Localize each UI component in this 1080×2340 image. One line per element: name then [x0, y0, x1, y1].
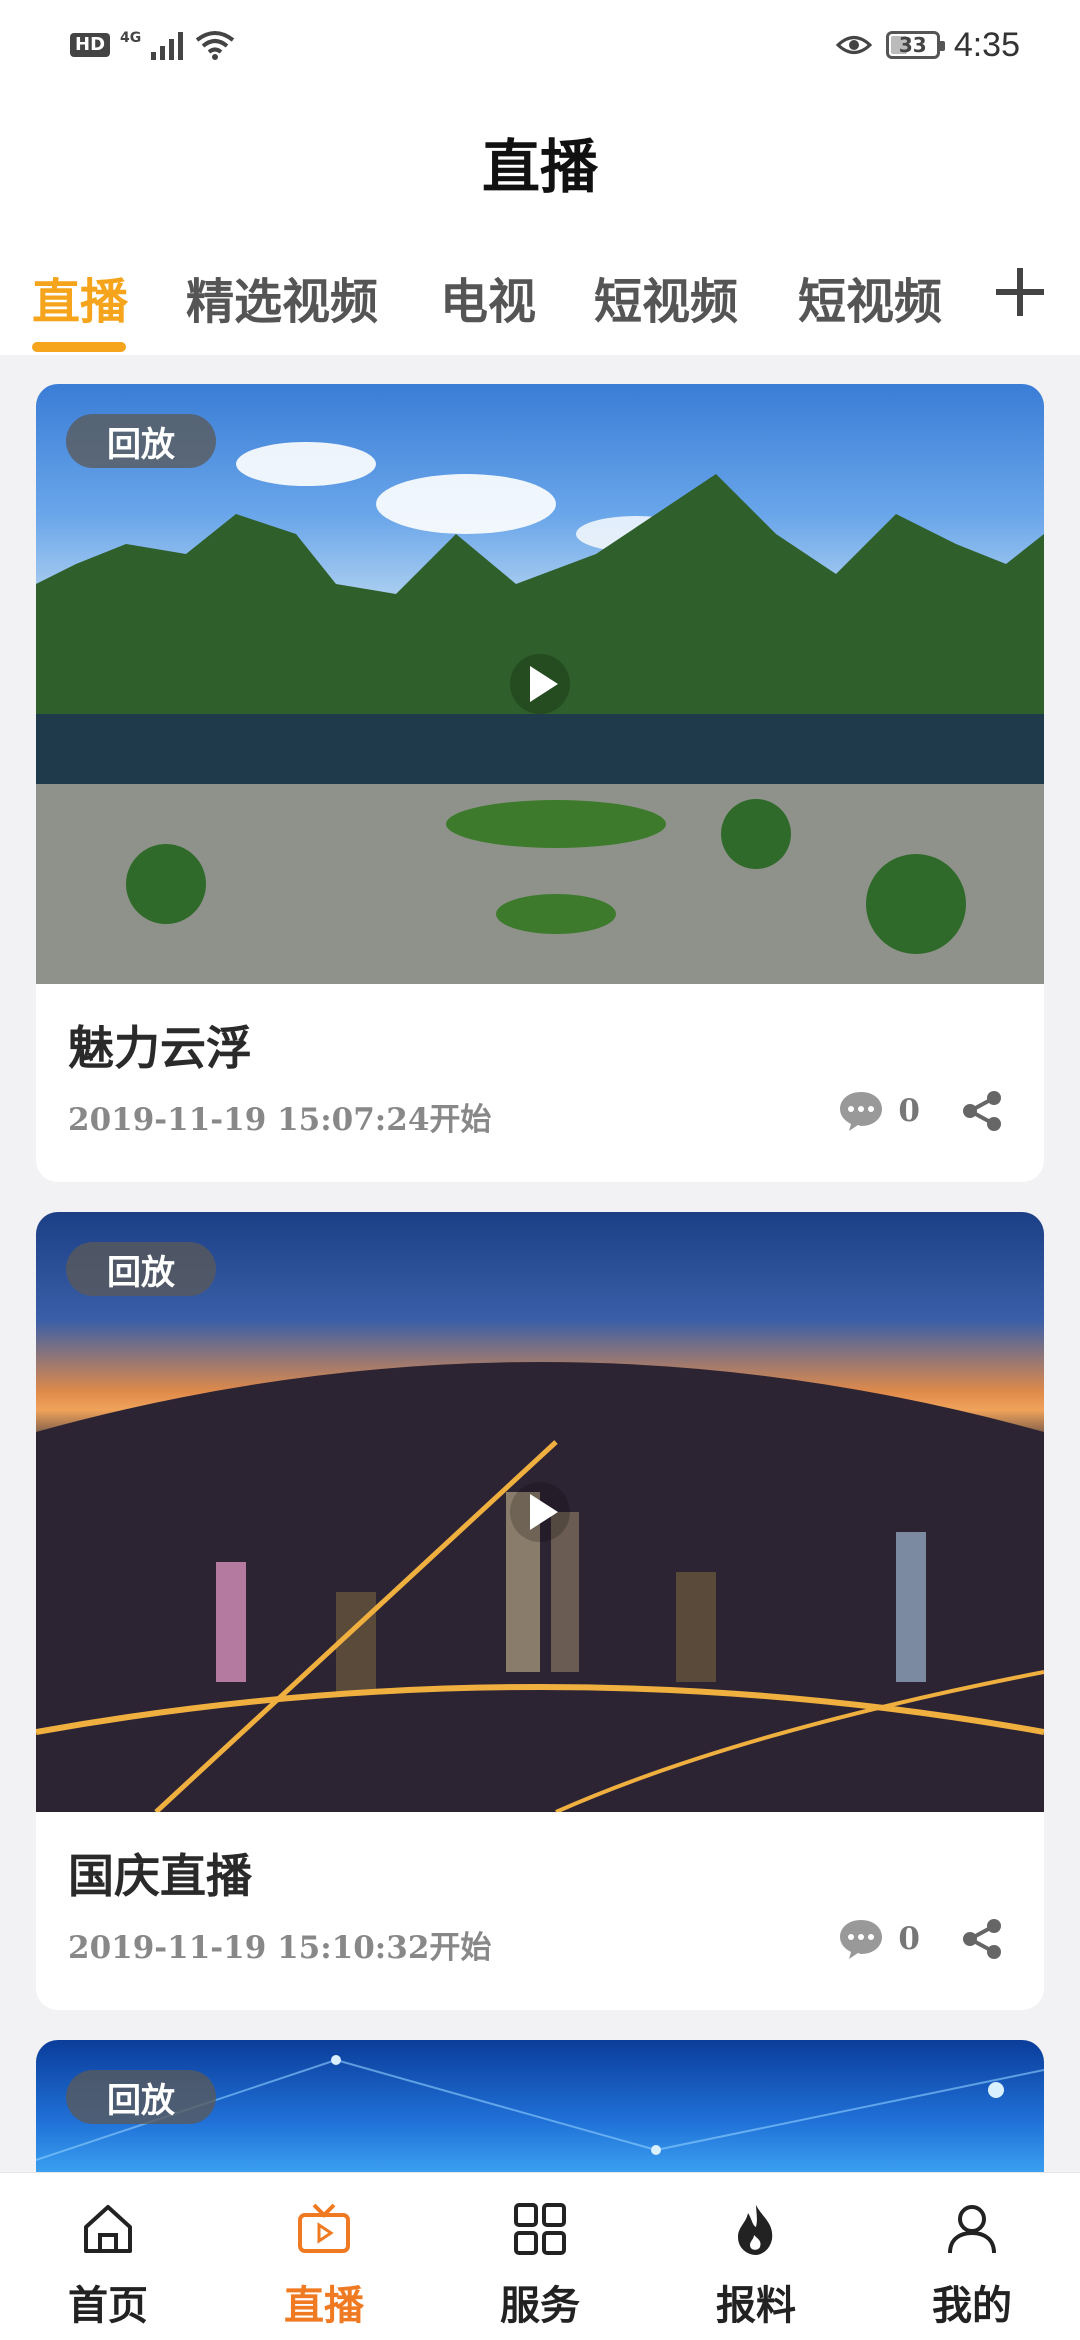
video-card[interactable]: 回放 国庆直播 2019-11-19 15:10:32开始 0: [36, 1212, 1044, 2010]
share-icon[interactable]: [960, 1089, 1004, 1133]
play-icon[interactable]: [510, 654, 570, 714]
tab-tv[interactable]: 电视: [440, 262, 536, 332]
bottom-nav: 首页 直播 服务 报料 我的: [0, 2172, 1080, 2340]
nav-item-live[interactable]: 直播: [216, 2173, 432, 2340]
nav-label: 服务: [500, 2282, 580, 2329]
status-time: 4:35: [953, 25, 1020, 64]
tv-live-icon: [298, 2203, 350, 2253]
page-title: 直播: [481, 133, 598, 201]
replay-badge: 回放: [66, 414, 216, 468]
comment-count: 0: [898, 1093, 920, 1129]
card-title: 魅力云浮: [68, 1021, 252, 1075]
nav-item-profile[interactable]: 我的: [864, 2173, 1080, 2340]
card-actions: 0: [838, 1089, 1004, 1133]
video-thumbnail[interactable]: 回放: [36, 384, 1044, 984]
tab-live[interactable]: 直播: [32, 262, 128, 332]
tab-short-video[interactable]: 短视频: [594, 262, 738, 332]
card-time: 2019-11-19 15:10:32开始: [68, 1930, 492, 1966]
flame-icon: [738, 2205, 773, 2255]
eye-icon: [835, 36, 872, 54]
plus-icon[interactable]: [996, 268, 1044, 316]
nav-label: 报料: [716, 2282, 796, 2329]
grid-icon: [514, 2203, 566, 2255]
status-bar: HD 4G 33 4:35: [0, 0, 1080, 90]
replay-badge: 回放: [66, 2070, 216, 2124]
video-card[interactable]: 回放: [36, 2040, 1044, 2172]
network-type: 4G: [120, 30, 142, 46]
signal-icon: [151, 32, 184, 60]
home-icon: [84, 2205, 132, 2253]
user-icon: [948, 2205, 996, 2254]
status-left: HD 4G: [70, 30, 235, 60]
tab-short-video-2[interactable]: 短视频: [798, 262, 942, 332]
status-right: 33 4:35: [835, 25, 1020, 65]
tab-featured-video[interactable]: 精选视频: [186, 262, 378, 332]
wifi-icon: [196, 31, 235, 60]
battery-level: 33: [898, 33, 927, 57]
hd-badge: HD: [70, 33, 111, 57]
comment-icon[interactable]: [838, 1090, 884, 1132]
nav-item-report[interactable]: 报料: [648, 2173, 864, 2340]
active-tab-indicator: [32, 342, 126, 352]
video-card[interactable]: 回放 魅力云浮 2019-11-19 15:07:24开始 0: [36, 384, 1044, 1182]
battery-icon: 33: [885, 31, 945, 59]
play-icon[interactable]: [510, 1482, 570, 1542]
card-title: 国庆直播: [68, 1849, 252, 1903]
comment-count: 0: [898, 1921, 920, 1957]
nav-item-home[interactable]: 首页: [0, 2173, 216, 2340]
nav-label: 首页: [68, 2282, 148, 2329]
replay-badge: 回放: [66, 1242, 216, 1296]
nav-label: 直播: [284, 2282, 364, 2329]
nav-label: 我的: [932, 2282, 1012, 2329]
card-time: 2019-11-19 15:07:24开始: [68, 1102, 492, 1138]
video-thumbnail[interactable]: 回放: [36, 1212, 1044, 1812]
card-actions: 0: [838, 1917, 1004, 1961]
video-thumbnail[interactable]: 回放: [36, 2040, 1044, 2172]
share-icon[interactable]: [960, 1917, 1004, 1961]
comment-icon[interactable]: [838, 1918, 884, 1960]
nav-item-services[interactable]: 服务: [432, 2173, 648, 2340]
